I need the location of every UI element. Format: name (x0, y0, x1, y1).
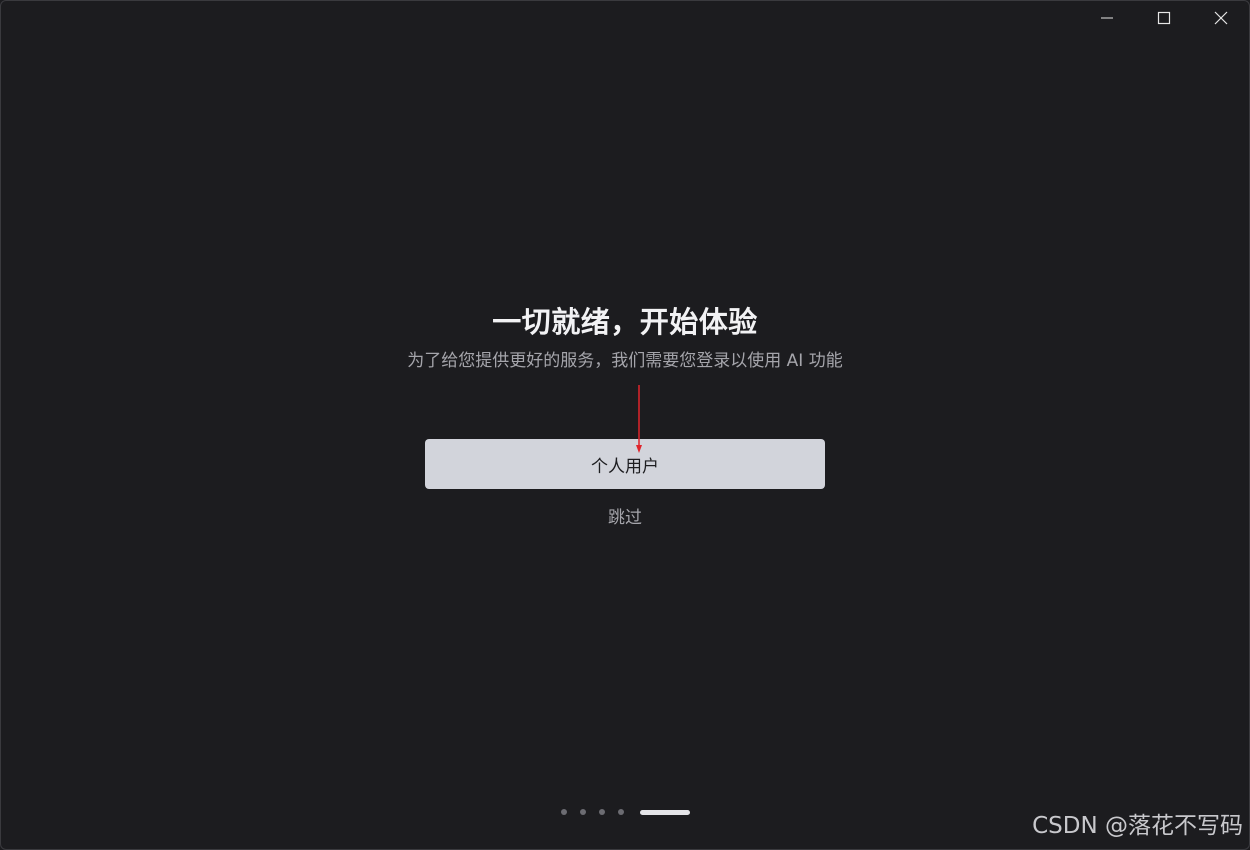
close-button[interactable] (1192, 1, 1249, 35)
page-title: 一切就绪，开始体验 (492, 305, 758, 339)
personal-user-button[interactable]: 个人用户 (425, 439, 825, 489)
minimize-button[interactable] (1078, 1, 1135, 35)
maximize-button[interactable] (1135, 1, 1192, 35)
skip-link[interactable]: 跳过 (608, 506, 642, 530)
annotation-arrow (636, 385, 642, 453)
pager-dot-active[interactable] (639, 809, 690, 815)
pager-dot[interactable] (617, 809, 624, 815)
maximize-icon (1157, 11, 1170, 25)
page-subtitle: 为了给您提供更好的服务，我们需要您登录以使用 AI 功能 (407, 351, 843, 371)
pager-dot[interactable] (598, 809, 605, 815)
watermark: CSDN @落花不写码 (1032, 813, 1243, 839)
onboarding-panel: 一切就绪，开始体验 为了给您提供更好的服务，我们需要您登录以使用 AI 功能 个… (1, 301, 1249, 530)
window-controls (1078, 1, 1249, 35)
minimize-icon (1100, 17, 1113, 19)
close-icon (1214, 11, 1227, 25)
pager-dot[interactable] (579, 809, 586, 815)
pager-dot[interactable] (560, 809, 567, 815)
app-window: 一切就绪，开始体验 为了给您提供更好的服务，我们需要您登录以使用 AI 功能 个… (0, 0, 1250, 850)
